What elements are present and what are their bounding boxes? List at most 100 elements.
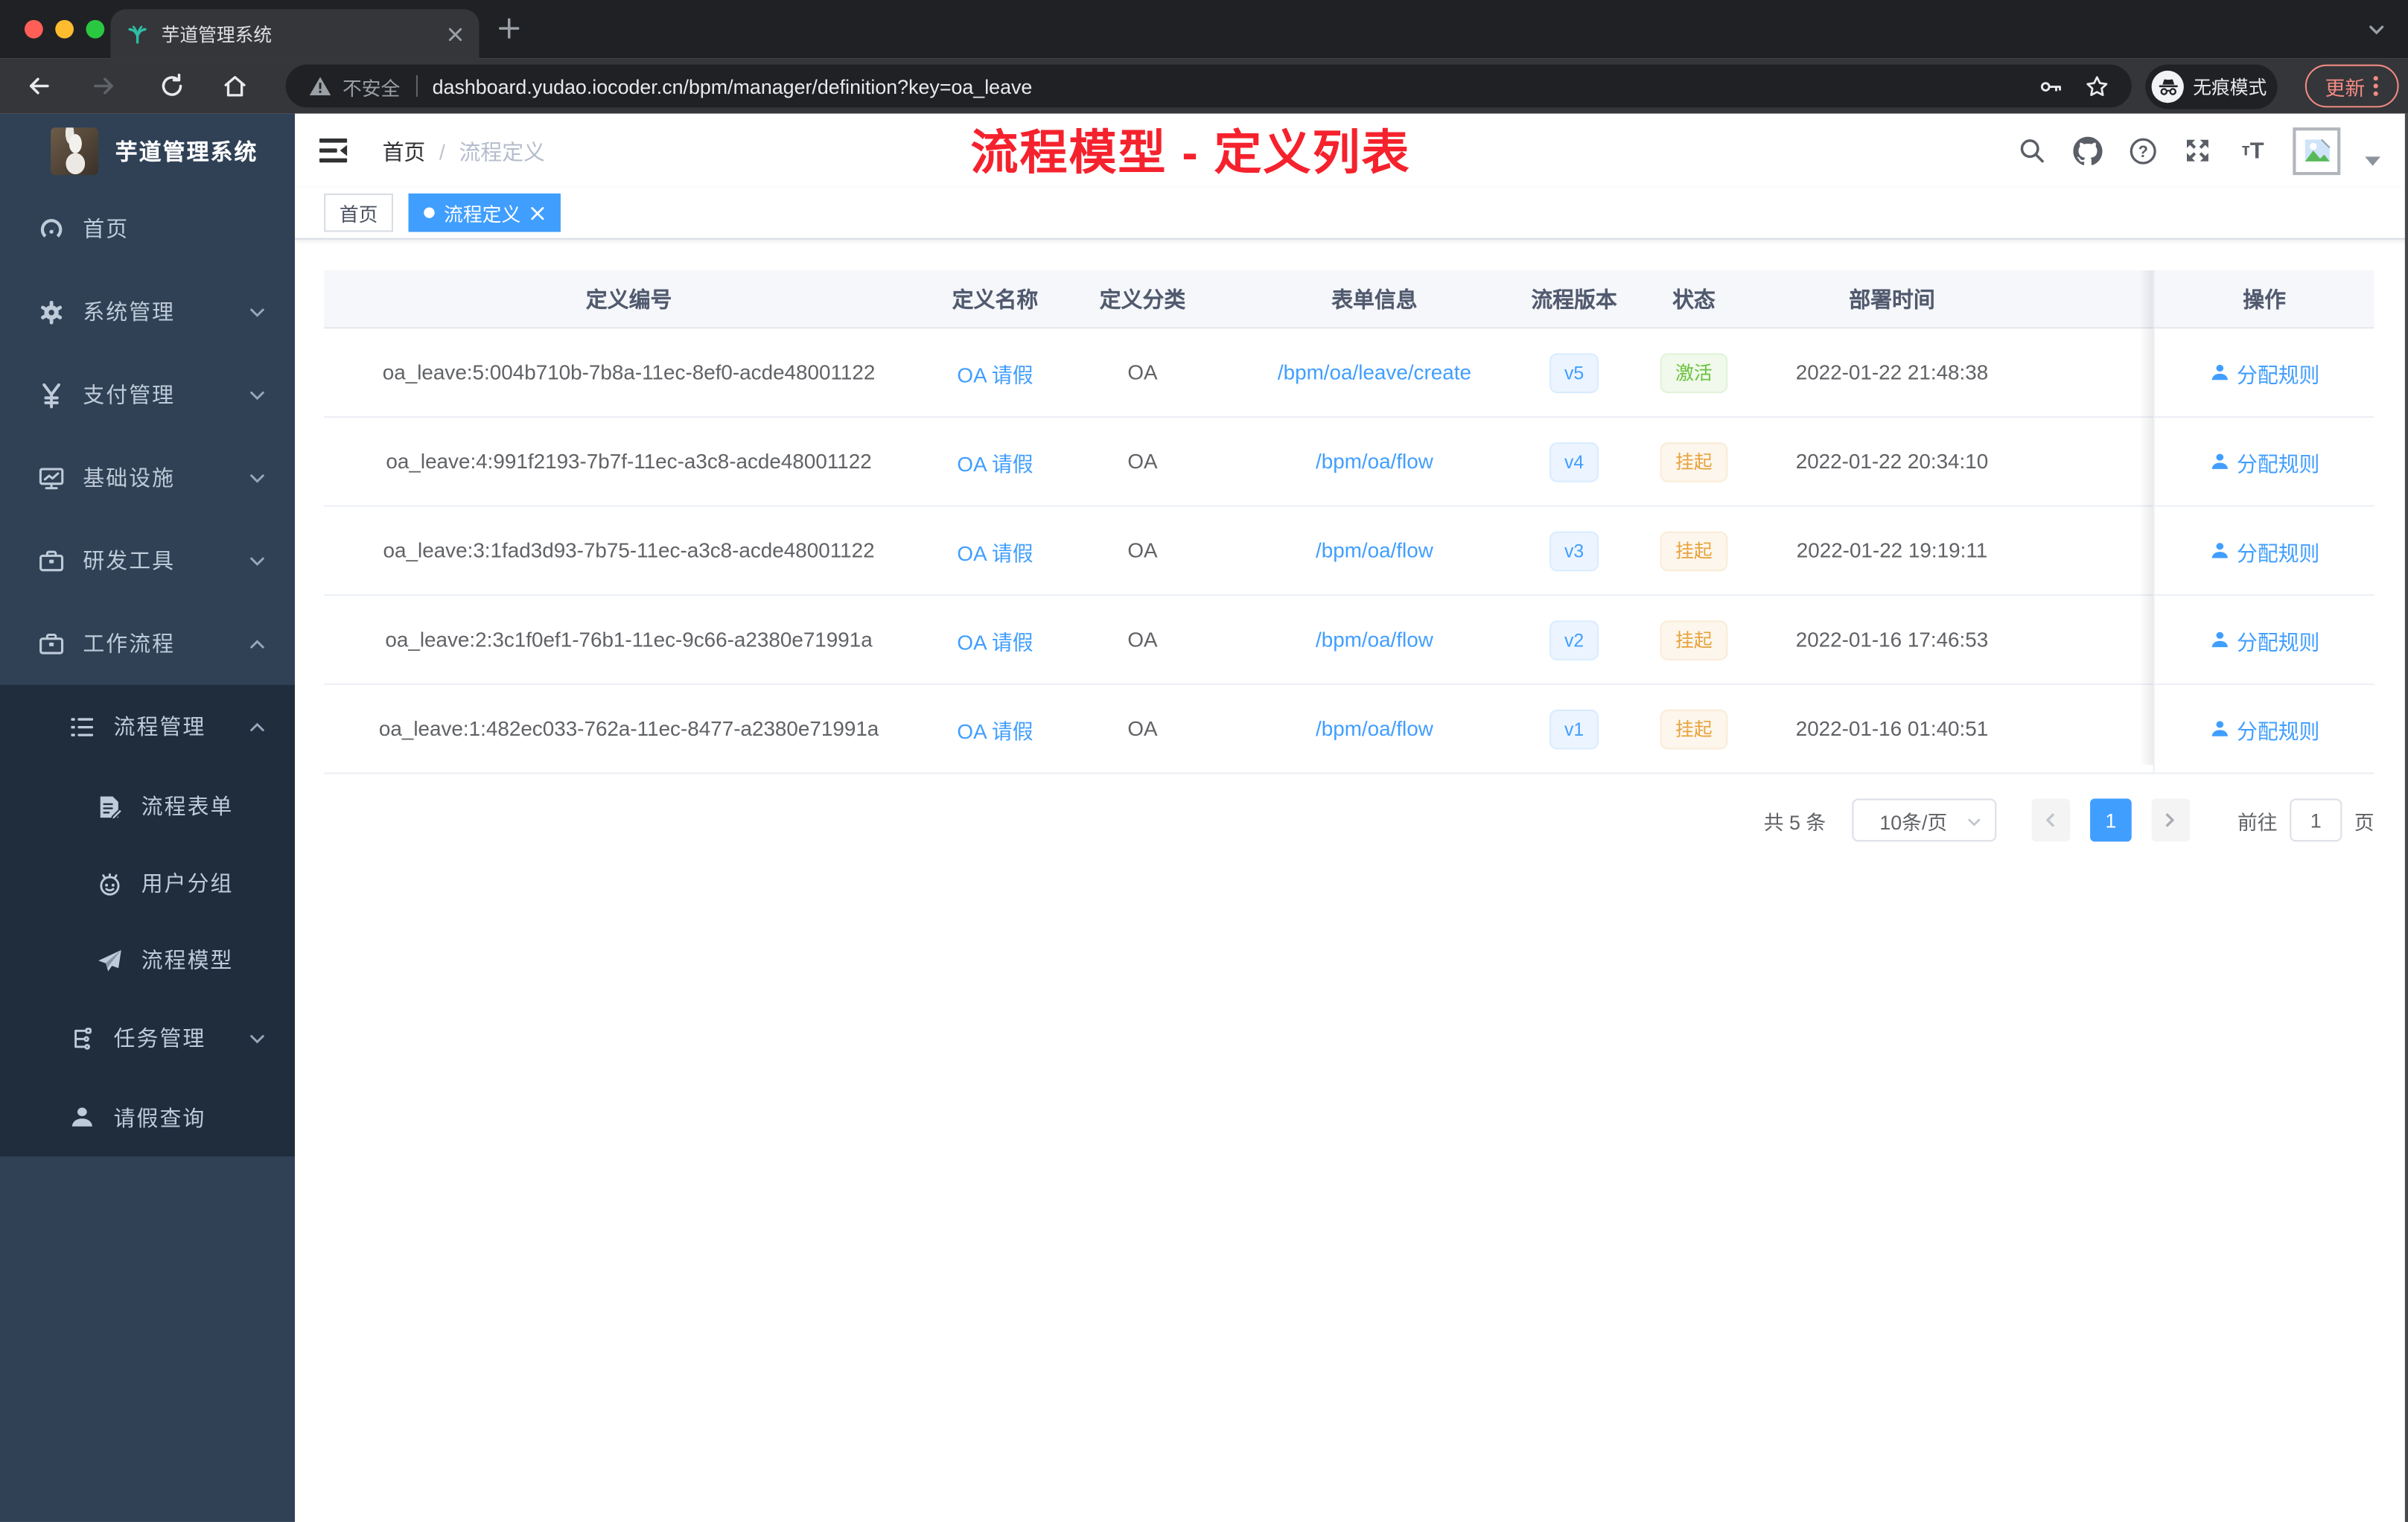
assign-rule-label: 分配规则 <box>2237 630 2320 654</box>
form-link[interactable]: /bpm/oa/flow <box>1316 539 1433 562</box>
help-icon[interactable]: ? <box>2127 136 2158 166</box>
fullscreen-icon[interactable] <box>2182 136 2213 166</box>
tags-view: 首页 流程定义 <box>295 187 2408 240</box>
sidebar-item-label: 首页 <box>83 216 130 241</box>
address-bar[interactable]: 不安全 dashboard.yudao.iocoder.cn/bpm/manag… <box>285 64 2132 108</box>
close-tab-icon[interactable] <box>447 25 464 42</box>
sidebar-item-任务管理[interactable]: 任务管理 <box>0 999 295 1078</box>
back-button-arrow-left-icon[interactable] <box>25 72 52 100</box>
forward-button-arrow-right-icon[interactable] <box>91 72 118 100</box>
deploy-time: 2022-01-16 01:40:51 <box>1795 717 1989 741</box>
assign-rule-label: 分配规则 <box>2237 541 2320 564</box>
sidebar-item-流程管理[interactable]: 流程管理 <box>0 685 295 768</box>
chevron-down-icon <box>247 302 267 322</box>
status-badge: 激活 <box>1660 352 1728 392</box>
form-link[interactable]: /bpm/oa/flow <box>1316 628 1433 652</box>
sidebar-item-用户分组[interactable]: 用户分组 <box>0 844 295 921</box>
sidebar-logo-row[interactable]: 芋道管理系统 <box>0 114 295 188</box>
update-browser-button[interactable]: 更新 <box>2305 64 2399 108</box>
definition-name-link[interactable]: OA 请假 <box>957 446 1033 477</box>
definition-name-link[interactable]: OA 请假 <box>957 624 1033 655</box>
assign-rule-link[interactable]: 分配规则 <box>2209 624 2320 655</box>
window-edge-scrollbar[interactable] <box>2404 113 2408 1522</box>
briefcase-icon <box>37 630 65 657</box>
goto-label: 前往 <box>2237 809 2278 833</box>
minimize-window-button[interactable] <box>55 19 74 39</box>
category-cell: OA <box>1057 596 1229 684</box>
dashboard-icon <box>37 215 65 243</box>
tab-strip: 芋道管理系统 <box>0 0 2408 59</box>
form-info-cell: /bpm/oa/flow <box>1229 685 1520 773</box>
sidebar-item-流程表单[interactable]: 流程表单 <box>0 768 295 844</box>
tag-流程定义[interactable]: 流程定义 <box>408 193 561 232</box>
chevron-down-icon <box>247 468 267 488</box>
definition-name-link[interactable]: OA 请假 <box>957 535 1033 566</box>
prev-page-button-chevron-left-icon[interactable] <box>2031 798 2071 842</box>
bookmark-star-icon[interactable] <box>2084 73 2110 99</box>
update-label: 更新 <box>2325 76 2366 100</box>
sidebar-item-基础设施[interactable]: 基础设施 <box>0 436 295 519</box>
page-size-value: 10条/页 <box>1879 809 1948 833</box>
zoom-window-button[interactable] <box>86 19 105 39</box>
traffic-lights <box>25 19 105 39</box>
column-header-表单信息: 表单信息 <box>1229 270 1520 327</box>
kebab-menu-icon[interactable] <box>2373 75 2379 97</box>
new-tab-button-plus-icon[interactable] <box>494 14 523 51</box>
column-header-label: 操作 <box>2243 286 2287 311</box>
sidebar-item-支付管理[interactable]: 支付管理 <box>0 353 295 436</box>
user-icon <box>2209 363 2229 383</box>
form-info-cell: /bpm/oa/flow <box>1229 418 1520 506</box>
user-icon <box>2209 630 2229 650</box>
github-icon[interactable] <box>2071 136 2102 166</box>
hamburger-icon[interactable] <box>318 137 348 165</box>
tag-首页[interactable]: 首页 <box>324 193 394 232</box>
url-divider <box>415 75 418 97</box>
form-link[interactable]: /bpm/oa/leave/create <box>1278 361 1471 384</box>
search-icon[interactable] <box>2016 136 2047 166</box>
chevron-up-icon <box>247 634 267 654</box>
assign-rule-link[interactable]: 分配规则 <box>2209 535 2320 566</box>
form-link[interactable]: /bpm/oa/flow <box>1316 717 1433 740</box>
version-cell: v4 <box>1520 418 1628 506</box>
breadcrumb-home[interactable]: 首页 <box>383 137 426 168</box>
deploy-time-cell: 2022-01-22 20:34:10 <box>1760 418 2025 506</box>
page-size-select[interactable]: 10条/页 <box>1852 798 1997 842</box>
tab-search-chevron-down-icon[interactable] <box>2366 20 2386 48</box>
font-size-icon[interactable]: тT <box>2237 136 2268 166</box>
definition-name-cell: OA 请假 <box>934 685 1057 773</box>
version-cell: v3 <box>1520 507 1628 595</box>
close-window-button[interactable] <box>25 19 43 39</box>
reload-button-icon[interactable] <box>158 72 185 100</box>
definition-name-link[interactable]: OA 请假 <box>957 713 1033 744</box>
definition-name-cell: OA 请假 <box>934 418 1057 506</box>
assign-rule-link[interactable]: 分配规则 <box>2209 357 2319 388</box>
sidebar-item-工作流程[interactable]: 工作流程 <box>0 602 295 685</box>
key-icon[interactable] <box>2038 73 2064 99</box>
avatar-dropdown-caret-icon[interactable] <box>2365 156 2380 166</box>
total-count-label: 共 5 条 <box>1763 809 1826 833</box>
chevron-down-icon <box>247 385 267 405</box>
header-spacer <box>2024 270 2153 327</box>
definition-name-cell: OA 请假 <box>934 596 1057 684</box>
next-page-button-chevron-right-icon[interactable] <box>2151 798 2191 842</box>
sidebar-item-label: 工作流程 <box>83 631 176 656</box>
form-link[interactable]: /bpm/oa/flow <box>1316 450 1433 473</box>
goto-page-input[interactable] <box>2290 798 2342 842</box>
sidebar-item-流程模型[interactable]: 流程模型 <box>0 922 295 999</box>
browser-tab[interactable]: 芋道管理系统 <box>110 9 480 59</box>
assign-rule-link[interactable]: 分配规则 <box>2209 446 2319 477</box>
sidebar-item-系统管理[interactable]: 系统管理 <box>0 270 295 353</box>
close-icon[interactable] <box>530 205 546 220</box>
user-avatar-broken-image[interactable] <box>2293 127 2341 175</box>
home-button-icon[interactable] <box>221 72 249 100</box>
sidebar-item-研发工具[interactable]: 研发工具 <box>0 519 295 602</box>
assign-rule-link[interactable]: 分配规则 <box>2209 713 2319 744</box>
version-badge: v1 <box>1549 708 1599 749</box>
yen-icon <box>37 381 65 409</box>
sidebar-item-请假查询[interactable]: 请假查询 <box>0 1078 295 1156</box>
version-cell: v1 <box>1520 685 1628 773</box>
page-number-button[interactable]: 1 <box>2089 798 2132 842</box>
definition-name-link[interactable]: OA 请假 <box>957 357 1033 388</box>
status-cell: 挂起 <box>1628 418 1759 506</box>
sidebar-item-首页[interactable]: 首页 <box>0 188 295 270</box>
